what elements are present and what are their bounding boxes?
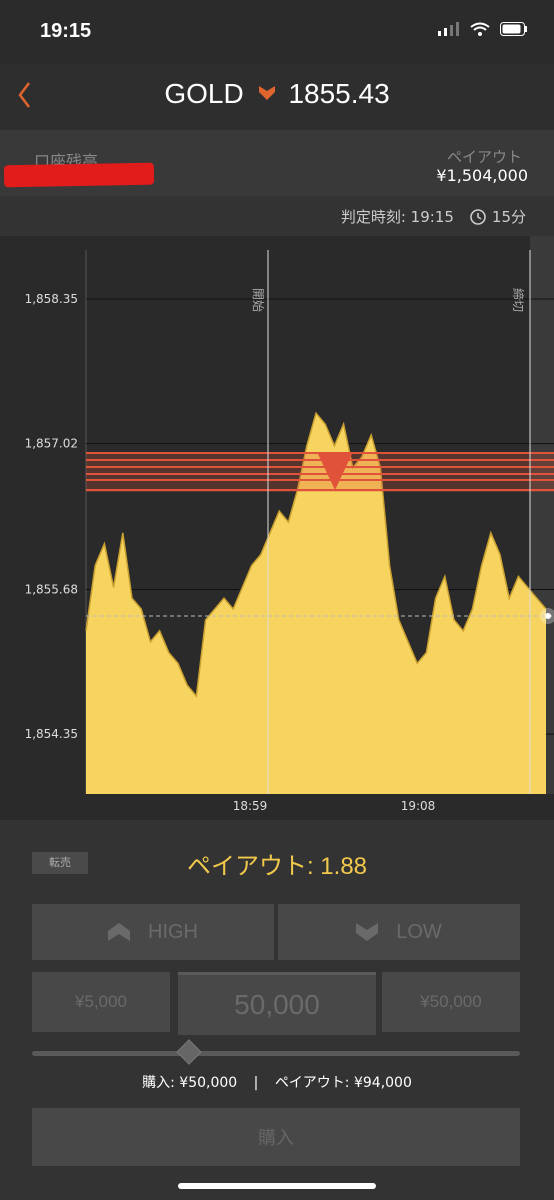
x-tick-label: 18:59 — [233, 799, 268, 813]
status-time: 19:15 — [40, 20, 92, 42]
purchase-summary: 購入: ¥50,000 | ペイアウト: ¥94,000 — [0, 1072, 554, 1092]
payout-rate: ペイアウト: 1.88 — [186, 853, 368, 880]
payout-amount-summary: ペイアウト: ¥94,000 — [274, 1075, 412, 1091]
judge-label: 判定時刻: — [340, 208, 406, 226]
asset-symbol: GOLD — [164, 78, 244, 109]
signal-icon — [438, 22, 459, 36]
chart-svg: 開始 締切 1,858.35 1,857.02 1,855.68 1,854.35 18… — [25, 236, 554, 813]
wifi-icon — [470, 22, 490, 36]
page-title: GOLD 1855.43 — [0, 78, 554, 110]
buy-amount-summary: 購入: ¥50,000 — [142, 1075, 238, 1091]
battery-icon — [500, 22, 527, 36]
home-indicator — [178, 1183, 376, 1189]
current-price-point — [545, 613, 551, 619]
header: GOLD 1855.43 — [0, 64, 554, 130]
judge-info: 判定時刻: 19:15 15分 — [341, 206, 526, 227]
x-tick-label: 19:08 — [401, 799, 436, 813]
account-bar: 口座残高 ペイアウト ¥1,504,000 — [0, 130, 554, 196]
redacted-balance — [3, 162, 155, 188]
trade-panel: 転売 ペイアウト: 1.88 HIGH LOW ¥5,000 50,000 ¥5… — [0, 820, 554, 1200]
down-arrow-icon — [356, 923, 379, 941]
clock-icon — [470, 208, 486, 225]
summary-separator: | — [253, 1075, 259, 1091]
high-button[interactable]: HIGH — [32, 904, 274, 960]
status-bar: 19:15 — [0, 0, 554, 64]
high-label: HIGH — [148, 920, 198, 943]
amount-input[interactable]: 50,000 — [178, 972, 376, 1035]
amount-slider[interactable] — [32, 1039, 520, 1065]
up-arrow-icon — [108, 923, 130, 941]
status-icons — [438, 22, 528, 36]
judge-bar: 判定時刻: 19:15 15分 — [0, 196, 554, 236]
y-tick-label: 1,855.68 — [25, 582, 78, 596]
y-tick-label: 1,857.02 — [25, 437, 78, 451]
payout-label: ペイアウト — [446, 148, 522, 166]
price-chart[interactable]: 開始 締切 1,858.35 1,857.02 1,855.68 1,854.35 18… — [0, 236, 554, 820]
amount-decrease-button[interactable]: ¥5,000 — [32, 972, 170, 1032]
judge-duration: 15分 — [491, 208, 526, 226]
end-marker-label: 締切 — [511, 288, 526, 312]
slider-handle[interactable] — [176, 1039, 202, 1065]
down-arrow-icon — [259, 84, 280, 104]
judge-time: 19:15 — [410, 208, 454, 226]
payout-value: ¥1,504,000 — [436, 166, 528, 185]
y-tick-label: 1,858.35 — [25, 292, 78, 306]
asset-price: 1855.43 — [288, 78, 390, 109]
low-button[interactable]: LOW — [278, 904, 520, 960]
start-marker-label: 開始 — [251, 288, 265, 312]
buy-button[interactable]: 購入 — [32, 1108, 520, 1166]
amount-increase-button[interactable]: ¥50,000 — [382, 972, 520, 1032]
low-label: LOW — [396, 920, 442, 943]
y-tick-label: 1,854.35 — [25, 727, 78, 741]
